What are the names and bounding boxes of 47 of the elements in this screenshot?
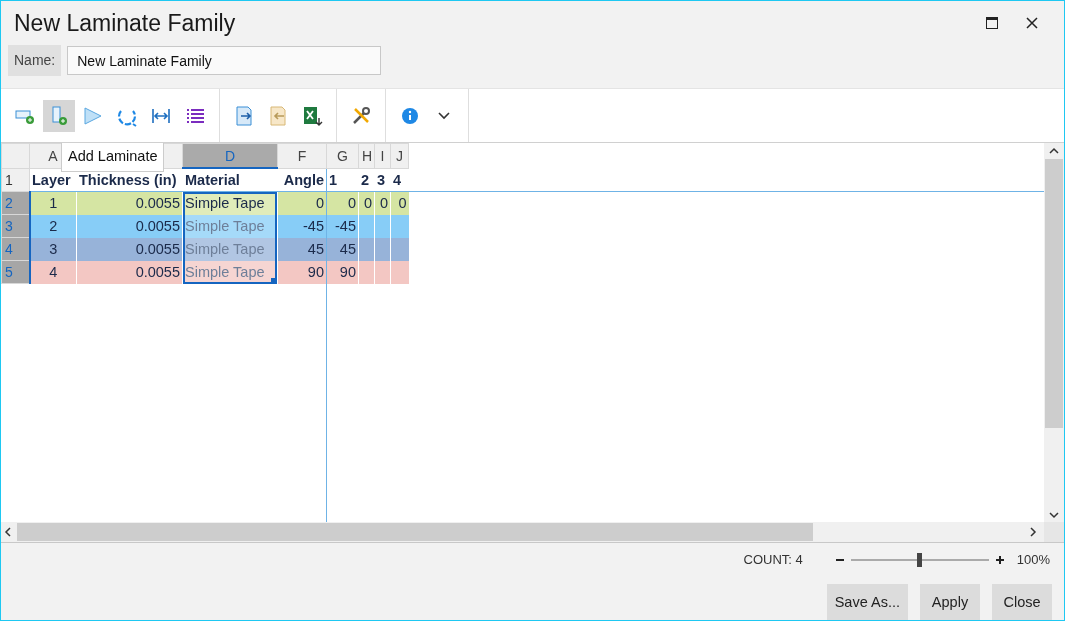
column-header[interactable]: F <box>277 143 327 168</box>
triangle-icon <box>82 104 104 127</box>
table-header-cell: 3 <box>374 168 391 192</box>
table-cell: -45 <box>277 214 327 238</box>
dialog-button[interactable]: Close <box>992 584 1052 620</box>
table-header-cell: 2 <box>358 168 375 192</box>
table-header-cell: Angle <box>277 168 327 192</box>
table-cell: 0 <box>374 191 391 215</box>
table-cell: Simple Tape <box>182 260 278 284</box>
slider-thumb[interactable] <box>916 552 922 567</box>
chevron-down-icon <box>438 111 450 120</box>
table-header-cell: 4 <box>390 168 409 192</box>
close-icon <box>1026 17 1038 29</box>
spreadsheet-icon <box>301 104 323 127</box>
window-title: New Laminate Family <box>14 9 237 37</box>
table-cell: Simple Tape <box>182 237 278 261</box>
horizontal-scrollbar[interactable] <box>1 522 1044 542</box>
scrollbar-thumb[interactable] <box>17 523 813 541</box>
zoom-in-icon[interactable] <box>994 554 1005 565</box>
table-cell: 0.0055 <box>76 260 183 284</box>
name-field[interactable]: New Laminate Family <box>67 46 382 75</box>
column-header[interactable]: G <box>326 143 359 168</box>
row-header[interactable]: 1 <box>1 168 30 192</box>
tooltip: Add Laminate <box>61 143 165 172</box>
table-cell: Simple Tape <box>182 214 278 238</box>
fill-handle[interactable] <box>271 277 277 284</box>
toolbar-button[interactable] <box>43 99 75 132</box>
table-cell: 45 <box>277 237 327 261</box>
table-cell: 0.0055 <box>76 214 183 238</box>
maximize-icon <box>986 17 998 29</box>
table-cell: 0 <box>358 191 375 215</box>
table-cell: Simple Tape <box>182 191 278 215</box>
name-label: Name: <box>8 45 62 76</box>
dialog-button[interactable]: Apply <box>920 584 980 620</box>
table-cell: 0 <box>277 191 327 215</box>
zoom-percent: 100% <box>1016 552 1050 567</box>
dialog-button[interactable]: Save As... <box>826 584 908 620</box>
count-label: COUNT: 4 <box>743 552 803 567</box>
table-header-cell: Material <box>182 168 278 192</box>
table-cell: 0.0055 <box>76 191 183 215</box>
table-cell: 90 <box>277 260 327 284</box>
table-cell: 0 <box>390 191 409 215</box>
table-cell: 0.0055 <box>76 237 183 261</box>
scrollbar-thumb[interactable] <box>1045 159 1063 428</box>
export-icon <box>267 104 289 127</box>
import-icon <box>233 104 255 127</box>
vertical-scrollbar[interactable] <box>1044 143 1064 522</box>
